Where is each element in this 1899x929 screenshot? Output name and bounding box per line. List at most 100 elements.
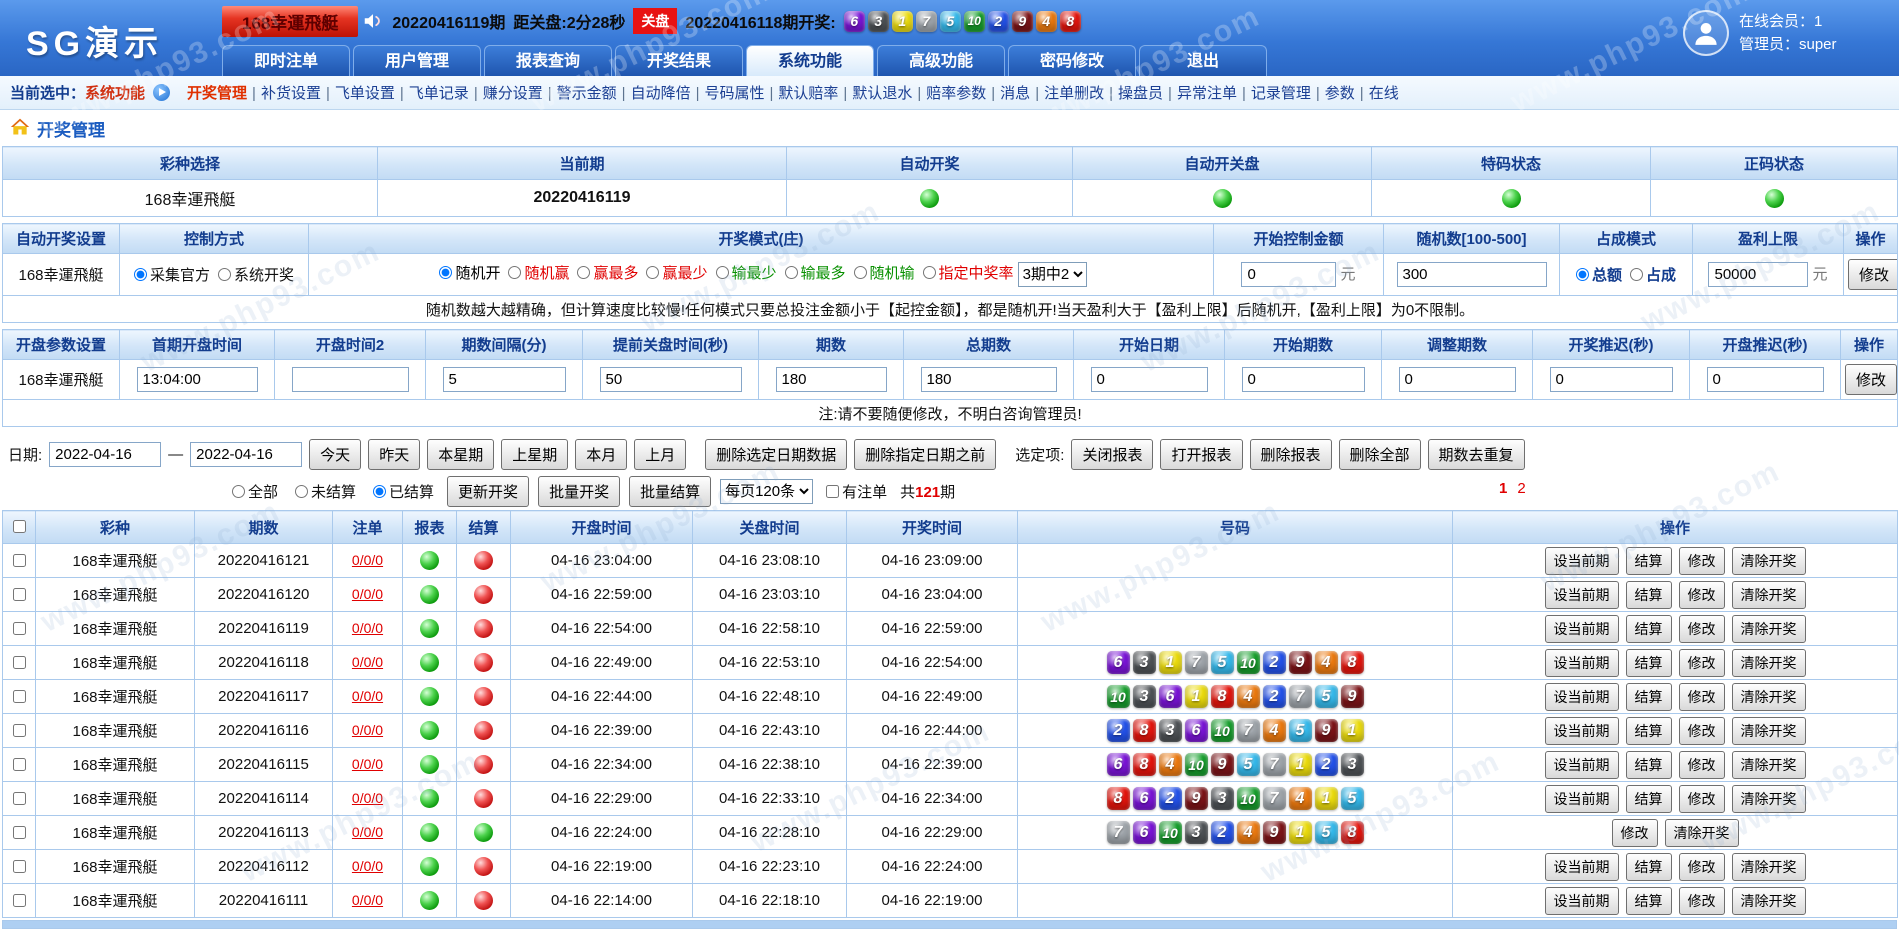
modify-button[interactable]: 修改: [1679, 785, 1725, 813]
subnav-link-8[interactable]: 默认赔率: [778, 85, 838, 102]
share-option-1[interactable]: 占成: [1630, 264, 1676, 285]
bets-link[interactable]: 0/0/0: [352, 756, 383, 772]
set-current-period-button[interactable]: 设当前期: [1545, 581, 1619, 609]
share-option-0[interactable]: 总额: [1576, 264, 1622, 285]
modify-button[interactable]: 修改: [1679, 751, 1725, 779]
modify-button[interactable]: 修改: [1679, 547, 1725, 575]
settle-button[interactable]: 结算: [1626, 853, 1672, 881]
clear-draw-button[interactable]: 清除开奖: [1732, 581, 1806, 609]
subnav-link-1[interactable]: 补货设置: [261, 85, 321, 102]
clear-draw-button[interactable]: 清除开奖: [1732, 887, 1806, 915]
row-checkbox[interactable]: [13, 826, 26, 839]
avatar[interactable]: [1683, 10, 1729, 56]
settle-button[interactable]: 结算: [1626, 615, 1672, 643]
modify-button[interactable]: 修改: [1612, 819, 1658, 847]
modify-params-button[interactable]: 修改: [1845, 364, 1897, 395]
bets-link[interactable]: 0/0/0: [352, 586, 383, 602]
param-input-2[interactable]: [443, 367, 566, 392]
set-current-period-button[interactable]: 设当前期: [1545, 547, 1619, 575]
bets-link[interactable]: 0/0/0: [352, 552, 383, 568]
param-input-0[interactable]: [137, 367, 258, 392]
delete-date-button-1[interactable]: 删除指定日期之前: [854, 439, 996, 470]
set-current-period-button[interactable]: 设当前期: [1545, 615, 1619, 643]
clear-draw-button[interactable]: 清除开奖: [1665, 819, 1739, 847]
subnav-link-2[interactable]: 飞单设置: [335, 85, 395, 102]
page-size-select[interactable]: 每页120条: [720, 479, 813, 504]
subnav-link-16[interactable]: 参数: [1325, 85, 1355, 102]
set-current-period-button[interactable]: 设当前期: [1545, 853, 1619, 881]
nav-tab-4[interactable]: 系统功能: [746, 45, 874, 76]
settle-button[interactable]: 结算: [1626, 717, 1672, 745]
mode-option-2[interactable]: 赢最多: [577, 262, 638, 283]
quick-date-button-0[interactable]: 今天: [309, 439, 361, 470]
settle-button[interactable]: 结算: [1626, 683, 1672, 711]
clear-draw-button[interactable]: 清除开奖: [1732, 683, 1806, 711]
param-input-6[interactable]: [1091, 367, 1208, 392]
set-current-period-button[interactable]: 设当前期: [1545, 785, 1619, 813]
subnav-link-14[interactable]: 异常注单: [1177, 85, 1237, 102]
subnav-link-3[interactable]: 飞单记录: [409, 85, 469, 102]
row-checkbox[interactable]: [13, 554, 26, 567]
row-checkbox[interactable]: [13, 588, 26, 601]
subnav-link-6[interactable]: 自动降倍: [631, 85, 691, 102]
row-checkbox[interactable]: [13, 690, 26, 703]
page-2[interactable]: 2: [1517, 480, 1525, 497]
delete-date-button-0[interactable]: 删除选定日期数据: [705, 439, 847, 470]
settle-radio-2[interactable]: 已结算: [373, 481, 434, 502]
param-input-7[interactable]: [1242, 367, 1365, 392]
quick-date-button-3[interactable]: 上星期: [501, 439, 568, 470]
settle-button[interactable]: 结算: [1626, 785, 1672, 813]
row-checkbox[interactable]: [13, 656, 26, 669]
bets-link[interactable]: 0/0/0: [352, 824, 383, 840]
subnav-link-7[interactable]: 号码属性: [704, 85, 764, 102]
nav-tab-5[interactable]: 高级功能: [877, 45, 1005, 76]
date-to-input[interactable]: [190, 442, 302, 467]
page-1[interactable]: 1: [1499, 480, 1507, 497]
win-rate-select[interactable]: 3期中2: [1018, 262, 1087, 287]
settle-radio-1[interactable]: 未结算: [295, 481, 356, 502]
param-input-9[interactable]: [1550, 367, 1673, 392]
modify-button[interactable]: 修改: [1679, 717, 1725, 745]
select-all-checkbox[interactable]: [13, 520, 26, 533]
clear-draw-button[interactable]: 清除开奖: [1732, 649, 1806, 677]
modify-auto-settings-button[interactable]: 修改: [1848, 259, 1898, 290]
subnav-link-12[interactable]: 注单删改: [1044, 85, 1104, 102]
lottery-name-banner[interactable]: 168幸運飛艇: [222, 6, 358, 37]
modify-button[interactable]: 修改: [1679, 683, 1725, 711]
settle-radio-0[interactable]: 全部: [232, 481, 278, 502]
control-option-1[interactable]: 系统开奖: [218, 264, 294, 285]
nav-tab-7[interactable]: 退出: [1139, 45, 1267, 76]
set-current-period-button[interactable]: 设当前期: [1545, 751, 1619, 779]
report-action-button-2[interactable]: 删除报表: [1250, 439, 1332, 470]
mode-option-6[interactable]: 随机输: [854, 262, 915, 283]
settle-button[interactable]: 结算: [1626, 887, 1672, 915]
set-current-period-button[interactable]: 设当前期: [1545, 717, 1619, 745]
quick-date-button-1[interactable]: 昨天: [368, 439, 420, 470]
batch-action-button-1[interactable]: 批量开奖: [538, 476, 620, 507]
settle-button[interactable]: 结算: [1626, 547, 1672, 575]
settle-button[interactable]: 结算: [1626, 581, 1672, 609]
param-input-10[interactable]: [1707, 367, 1824, 392]
quick-date-button-5[interactable]: 上月: [634, 439, 686, 470]
settle-button[interactable]: 结算: [1626, 751, 1672, 779]
nav-tab-3[interactable]: 开奖结果: [615, 45, 743, 76]
mode-option-4[interactable]: 输最少: [716, 262, 777, 283]
subnav-link-0[interactable]: 开奖管理: [187, 85, 247, 102]
row-checkbox[interactable]: [13, 860, 26, 873]
has-bets-checkbox-label[interactable]: 有注单: [826, 481, 887, 502]
set-current-period-button[interactable]: 设当前期: [1545, 683, 1619, 711]
param-input-5[interactable]: [921, 367, 1057, 392]
batch-action-button-2[interactable]: 批量结算: [629, 476, 711, 507]
subnav-link-9[interactable]: 默认退水: [852, 85, 912, 102]
row-checkbox[interactable]: [13, 894, 26, 907]
mode-option-1[interactable]: 随机赢: [508, 262, 569, 283]
batch-action-button-0[interactable]: 更新开奖: [447, 476, 529, 507]
modify-button[interactable]: 修改: [1679, 887, 1725, 915]
has-bets-checkbox[interactable]: [826, 485, 839, 498]
nav-tab-0[interactable]: 即时注单: [222, 45, 350, 76]
nav-tab-1[interactable]: 用户管理: [353, 45, 481, 76]
report-action-button-3[interactable]: 删除全部: [1339, 439, 1421, 470]
param-input-1[interactable]: [292, 367, 409, 392]
modify-button[interactable]: 修改: [1679, 649, 1725, 677]
start-amount-input[interactable]: [1241, 262, 1336, 287]
